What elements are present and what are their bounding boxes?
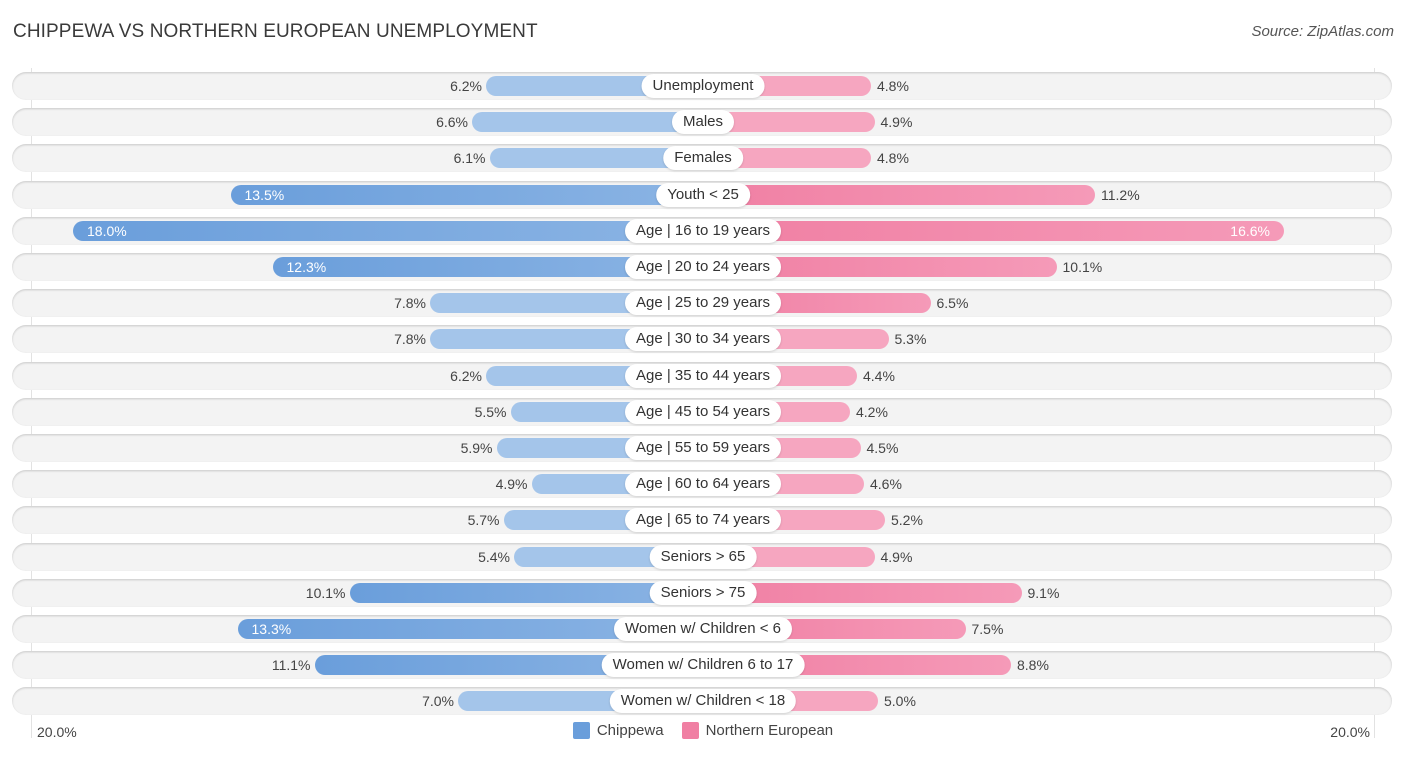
legend: Chippewa Northern European bbox=[0, 722, 1406, 739]
category-label: Age | 60 to 64 years bbox=[625, 472, 781, 497]
category-label: Women w/ Children 6 to 17 bbox=[601, 653, 805, 678]
category-label: Age | 16 to 19 years bbox=[625, 218, 781, 243]
bar-northern-european bbox=[703, 220, 1284, 241]
value-label-northern-european: 5.0% bbox=[884, 693, 916, 710]
bar-northern-european bbox=[703, 184, 1095, 205]
value-label-northern-european: 9.1% bbox=[1027, 584, 1060, 601]
value-label-northern-european: 4.4% bbox=[863, 367, 895, 384]
legend-swatch-chippewa bbox=[572, 722, 590, 739]
legend-swatch-northern-european bbox=[681, 722, 699, 739]
category-label: Unemployment bbox=[641, 74, 765, 98]
value-label-northern-european: 11.2% bbox=[1101, 186, 1140, 203]
value-label-northern-european: 4.6% bbox=[870, 476, 902, 493]
value-label-northern-european: 16.6% bbox=[1230, 222, 1270, 239]
category-label: Youth < 25 bbox=[656, 182, 750, 207]
value-label-chippewa: 7.8% bbox=[394, 331, 426, 348]
value-label-northern-european: 6.5% bbox=[936, 295, 969, 312]
legend-label-northern-european: Northern European bbox=[705, 722, 834, 739]
value-label-northern-european: 4.9% bbox=[880, 114, 913, 131]
value-label-northern-european: 8.8% bbox=[1017, 657, 1049, 674]
value-label-chippewa: 6.1% bbox=[453, 150, 486, 167]
legend-item-chippewa: Chippewa bbox=[572, 722, 664, 739]
category-label: Seniors > 75 bbox=[649, 580, 757, 605]
value-label-northern-european: 10.1% bbox=[1062, 259, 1103, 275]
category-label: Age | 45 to 54 years bbox=[625, 399, 781, 424]
category-label: Age | 20 to 24 years bbox=[625, 255, 781, 279]
value-label-northern-european: 4.5% bbox=[866, 440, 899, 456]
category-label: Age | 65 to 74 years bbox=[625, 508, 781, 533]
bar-chippewa bbox=[230, 184, 703, 205]
value-label-northern-european: 5.2% bbox=[891, 512, 923, 529]
category-label: Females bbox=[663, 146, 743, 171]
value-label-chippewa: 4.9% bbox=[495, 476, 528, 493]
value-label-northern-european: 5.3% bbox=[894, 331, 927, 348]
value-label-chippewa: 13.5% bbox=[244, 186, 285, 203]
value-label-chippewa: 10.1% bbox=[305, 584, 346, 601]
category-label: Seniors > 65 bbox=[649, 544, 757, 569]
category-label: Age | 35 to 44 years bbox=[625, 363, 781, 388]
diverging-bar-chart: 6.2% 4.8% Unemployment 6.6% 4.9% Males 6.1% 4.8… bbox=[0, 0, 1406, 757]
value-label-chippewa: 18.0% bbox=[87, 222, 127, 239]
value-label-chippewa: 12.3% bbox=[286, 259, 327, 275]
bar-chippewa bbox=[472, 112, 703, 133]
category-label: Males bbox=[671, 110, 735, 135]
value-label-northern-european: 4.2% bbox=[856, 403, 888, 420]
category-label: Women w/ Children < 18 bbox=[609, 689, 797, 714]
value-label-chippewa: 5.5% bbox=[474, 403, 507, 420]
value-label-chippewa: 5.9% bbox=[460, 440, 493, 456]
value-label-chippewa: 5.4% bbox=[478, 548, 510, 565]
value-label-northern-european: 7.5% bbox=[971, 621, 1004, 637]
value-label-chippewa: 13.3% bbox=[251, 621, 292, 637]
value-label-chippewa: 7.0% bbox=[422, 693, 454, 710]
category-label: Age | 30 to 34 years bbox=[625, 327, 781, 352]
value-label-northern-european: 4.8% bbox=[877, 78, 909, 94]
legend-item-northern-european: Northern European bbox=[681, 722, 834, 739]
value-label-northern-european: 4.8% bbox=[877, 150, 909, 167]
category-label: Women w/ Children < 6 bbox=[613, 617, 793, 641]
value-label-chippewa: 6.2% bbox=[450, 367, 482, 384]
category-label: Age | 25 to 29 years bbox=[625, 291, 781, 316]
bar-chippewa bbox=[73, 220, 703, 241]
value-label-chippewa: 6.6% bbox=[436, 114, 468, 131]
value-label-chippewa: 6.2% bbox=[450, 78, 482, 94]
value-label-chippewa: 7.8% bbox=[394, 295, 426, 312]
value-label-chippewa: 5.7% bbox=[467, 512, 500, 529]
category-label: Age | 55 to 59 years bbox=[625, 436, 781, 460]
value-label-chippewa: 11.1% bbox=[271, 657, 311, 674]
value-label-northern-european: 4.9% bbox=[880, 548, 913, 565]
legend-label-chippewa: Chippewa bbox=[596, 722, 664, 739]
